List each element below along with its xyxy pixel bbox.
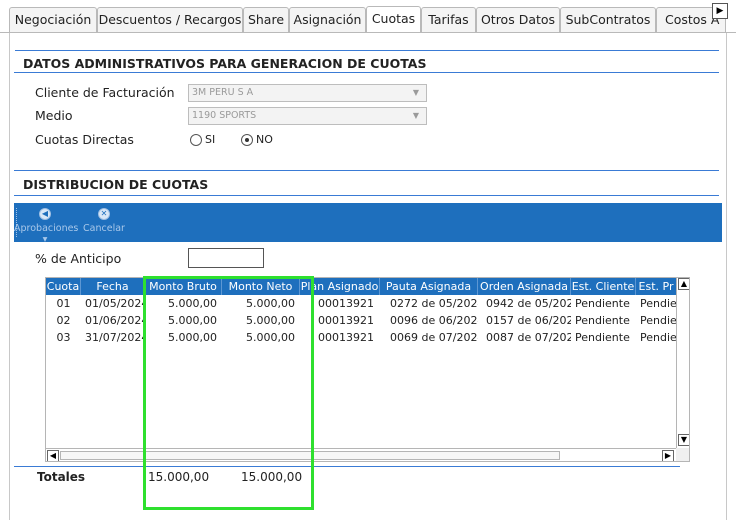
cell-cuota: 03 [56,331,71,344]
tab-subcontratos[interactable]: SubContratos [560,7,656,33]
cell-pauta: 0096 de 06/2024 [390,314,478,327]
medio-label: Medio [35,108,73,123]
tab-otros-datos[interactable]: Otros Datos [476,7,560,33]
cell-cuota: 02 [56,314,71,327]
distribucion-section-title: DISTRIBUCION DE CUOTAS [23,177,209,192]
section-divider-top [15,50,719,51]
cell-pauta: 0272 de 05/2024 [390,297,478,310]
cell-fecha: 01/06/2024 [85,314,145,327]
cell-orden: 0157 de 06/2024 [486,314,571,327]
distribucion-section-line [14,195,719,196]
cliente-label: Cliente de Facturación [35,85,175,100]
cell-monto-bruto: 5.000,00 [168,297,217,310]
cuotas-grid: Cuota Fecha Monto Bruto Monto Neto Plan … [45,277,690,462]
medio-select[interactable]: 1190 SPORTS ▼ [188,107,427,125]
col-est-pr[interactable]: Est. Pr [636,278,676,295]
radio-no-label: NO [256,133,273,146]
cell-est-cliente: Pendiente [575,331,630,344]
table-row[interactable]: 01 01/05/2024 5.000,00 5.000,00 00013921… [46,295,677,312]
scroll-left-icon[interactable]: ◀ [47,450,59,461]
scroll-down-icon[interactable]: ▼ [678,434,689,446]
grid-header: Cuota Fecha Monto Bruto Monto Neto Plan … [46,278,676,295]
cell-est-cliente: Pendiente [575,297,630,310]
cell-orden: 0942 de 05/2024 [486,297,571,310]
tab-scroll-right-icon[interactable]: ▶ [712,3,728,19]
cell-est-pr: Pendier [640,297,676,310]
medio-value: 1190 SPORTS [192,110,257,121]
table-row[interactable]: 03 31/07/2024 5.000,00 5.000,00 00013921… [46,329,677,346]
cell-monto-neto: 5.000,00 [246,314,295,327]
totals-label: Totales [37,470,86,484]
tab-negociacion[interactable]: Negociación [9,7,97,33]
tab-share[interactable]: Share [243,7,289,33]
radio-no[interactable] [241,134,253,146]
tab-asignacion[interactable]: Asignación [289,7,366,33]
cuotas-toolbar: ◀ Aprobaciones ▾ ✕ Cancelar [14,203,722,245]
scroll-right-icon[interactable]: ▶ [662,450,674,461]
admin-section-line [14,72,719,73]
cancelar-label: Cancelar [83,223,125,234]
cancel-icon: ✕ [98,208,110,220]
cell-est-pr: Pendier [640,331,676,344]
approve-icon: ◀ [39,208,51,220]
radio-si[interactable] [190,134,202,146]
cell-orden: 0087 de 07/2024 [486,331,571,344]
cell-fecha: 01/05/2024 [85,297,145,310]
col-monto-bruto[interactable]: Monto Bruto [145,278,222,295]
cell-plan: 00013921 [318,314,374,327]
cuotas-directas-label: Cuotas Directas [35,132,134,147]
cancelar-button[interactable]: ✕ Cancelar [82,203,126,242]
col-monto-neto[interactable]: Monto Neto [222,278,300,295]
cell-cuota: 01 [56,297,71,310]
anticipo-label: % de Anticipo [35,251,122,266]
anticipo-input[interactable] [188,248,264,268]
grid-horizontal-scrollbar[interactable]: ◀ ▶ [46,448,676,461]
col-orden-asignada[interactable]: Orden Asignada [478,278,571,295]
tab-cuotas[interactable]: Cuotas [366,6,421,33]
cell-monto-bruto: 5.000,00 [168,314,217,327]
cell-monto-neto: 5.000,00 [246,297,295,310]
chevron-down-icon: ▼ [412,88,419,97]
totals-monto-neto: 15.000,00 [241,470,303,484]
cell-plan: 00013921 [318,297,374,310]
col-plan-asignado[interactable]: Plan Asignado [300,278,380,295]
aprobaciones-button[interactable]: ◀ Aprobaciones ▾ [14,203,79,245]
scroll-thumb[interactable] [60,451,560,460]
cliente-select[interactable]: 3M PERU S A ▼ [188,84,427,102]
chevron-down-icon: ▼ [412,111,419,120]
tab-tarifas[interactable]: Tarifas [421,7,476,33]
col-est-cliente[interactable]: Est. Cliente [571,278,636,295]
radio-si-label: SI [205,133,216,146]
cell-plan: 00013921 [318,331,374,344]
totals-monto-bruto: 15.000,00 [148,470,210,484]
tab-descuentos-recargos[interactable]: Descuentos / Recargos [97,7,243,33]
scroll-up-icon[interactable]: ▲ [678,278,689,290]
distribucion-section-line-top [14,170,719,171]
cell-pauta: 0069 de 07/2024 [390,331,478,344]
aprobaciones-label: Aprobaciones ▾ [14,223,79,245]
totals-divider [14,466,680,467]
scroll-corner [676,448,689,461]
cell-monto-bruto: 5.000,00 [168,331,217,344]
admin-section-title: DATOS ADMINISTRATIVOS PARA GENERACION DE… [23,56,427,71]
cliente-value: 3M PERU S A [192,87,254,98]
grid-vertical-scrollbar[interactable]: ▲ ▼ [676,278,689,448]
cell-fecha: 31/07/2024 [85,331,145,344]
cell-monto-neto: 5.000,00 [246,331,295,344]
tab-bar: Negociación Descuentos / Recargos Share … [0,0,736,33]
cell-est-pr: Pendier [640,314,676,327]
cell-est-cliente: Pendiente [575,314,630,327]
col-fecha[interactable]: Fecha [81,278,145,295]
col-cuota[interactable]: Cuota [46,278,81,295]
col-pauta-asignada[interactable]: Pauta Asignada [380,278,478,295]
table-row[interactable]: 02 01/06/2024 5.000,00 5.000,00 00013921… [46,312,677,329]
